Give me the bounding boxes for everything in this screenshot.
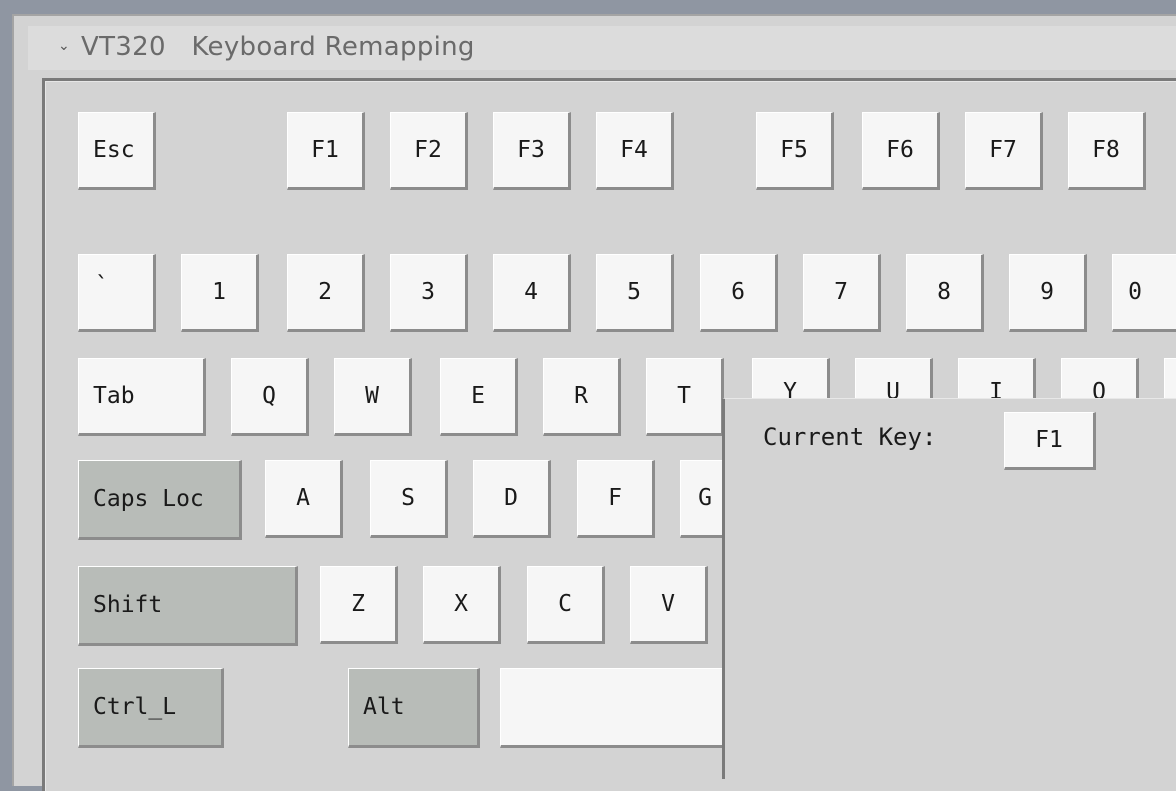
key-r[interactable]: R [543, 358, 621, 436]
current-key-label: Current Key: [763, 423, 937, 451]
key-f5[interactable]: F5 [756, 112, 834, 190]
key-6[interactable]: 6 [700, 254, 778, 332]
chevron-down-icon[interactable]: ⌄ [58, 36, 74, 56]
key-f7[interactable]: F7 [965, 112, 1043, 190]
key-4[interactable]: 4 [493, 254, 571, 332]
key-e[interactable]: E [440, 358, 518, 436]
key-tab[interactable]: Tab [78, 358, 206, 436]
key-v[interactable]: V [630, 566, 708, 644]
key-esc[interactable]: Esc [78, 112, 156, 190]
key-caps-lock[interactable]: Caps Loc [78, 460, 242, 540]
key-ctrl-left[interactable]: Ctrl_L [78, 668, 224, 748]
key-d[interactable]: D [473, 460, 551, 538]
key-f4[interactable]: F4 [596, 112, 674, 190]
key-1[interactable]: 1 [181, 254, 259, 332]
key-a[interactable]: A [265, 460, 343, 538]
key-space[interactable] [500, 668, 760, 748]
key-t[interactable]: T [646, 358, 724, 436]
key-z[interactable]: Z [320, 566, 398, 644]
key-8[interactable]: 8 [906, 254, 984, 332]
key-f[interactable]: F [577, 460, 655, 538]
key-shift-left[interactable]: Shift [78, 566, 298, 646]
key-3[interactable]: 3 [390, 254, 468, 332]
window-title: VT320 Keyboard Remapping [81, 32, 475, 62]
key-5[interactable]: 5 [596, 254, 674, 332]
key-backtick[interactable]: ` [78, 254, 156, 332]
key-7[interactable]: 7 [803, 254, 881, 332]
key-2[interactable]: 2 [287, 254, 365, 332]
key-f3[interactable]: F3 [493, 112, 571, 190]
key-f8[interactable]: F8 [1068, 112, 1146, 190]
key-f2[interactable]: F2 [390, 112, 468, 190]
key-x[interactable]: X [423, 566, 501, 644]
key-f1[interactable]: F1 [287, 112, 365, 190]
key-9[interactable]: 9 [1009, 254, 1087, 332]
current-key-button[interactable]: F1 [1004, 412, 1096, 470]
key-s[interactable]: S [370, 460, 448, 538]
key-0[interactable]: 0 [1112, 254, 1176, 332]
key-c[interactable]: C [527, 566, 605, 644]
key-w[interactable]: W [334, 358, 412, 436]
current-key-panel [722, 398, 1176, 779]
key-alt[interactable]: Alt [348, 668, 480, 748]
key-f6[interactable]: F6 [862, 112, 940, 190]
key-q[interactable]: Q [231, 358, 309, 436]
